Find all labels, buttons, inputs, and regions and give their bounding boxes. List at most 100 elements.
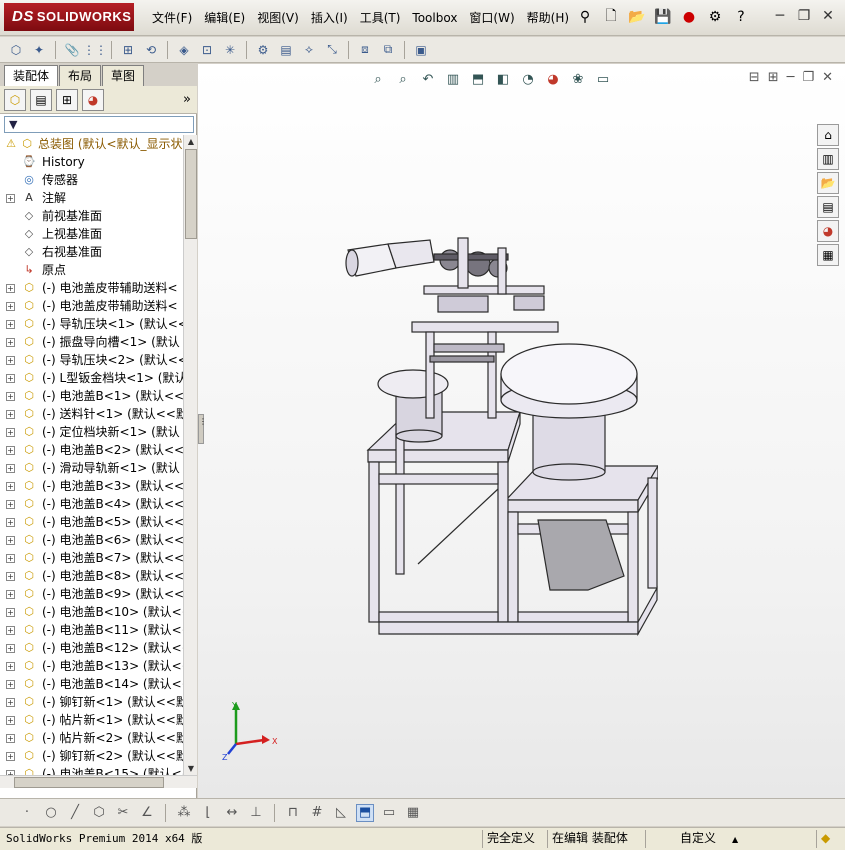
tree-item[interactable]: ◇ 上视基准面 — [0, 225, 183, 243]
view-settings-icon[interactable]: ▭ — [593, 70, 613, 88]
tree-item[interactable]: + ⬡ (-) 铆钉新<2> (默认<<默 — [0, 747, 183, 765]
expand-icon[interactable]: + — [6, 320, 15, 329]
linear-pattern-icon[interactable]: ⋮⋮ — [83, 40, 107, 60]
tree-item[interactable]: + A 注解 — [0, 189, 183, 207]
viewport-restore-icon[interactable]: ❐ — [802, 70, 814, 85]
display-manager-icon[interactable]: ◕ — [82, 88, 104, 111]
options-icon[interactable]: ⚙ — [704, 6, 726, 28]
tree-item[interactable]: + ⬡ (-) 电池盖B<7> (默认<<默 — [0, 549, 183, 567]
smart-fasteners-icon[interactable]: ⊞ — [118, 40, 138, 60]
tree-item[interactable]: + ⬡ (-) 电池盖B<5> (默认<<默 — [0, 513, 183, 531]
menu-toolbox[interactable]: Toolbox — [406, 8, 463, 28]
point-icon[interactable]: · — [18, 804, 36, 822]
expand-icon[interactable]: + — [6, 518, 15, 527]
expand-icon[interactable]: + — [6, 464, 15, 473]
tree-item[interactable]: + ⬡ (-) 电池盖B<13> (默认<< — [0, 657, 183, 675]
expand-icon[interactable]: + — [6, 716, 15, 725]
tree-item[interactable]: + ⬡ (-) 电池盖B<15> (默认<< — [0, 765, 183, 775]
minimize-icon[interactable]: ─ — [769, 6, 791, 26]
menu-help[interactable]: 帮助(H) — [521, 8, 575, 28]
tree-item[interactable]: + ⬡ (-) 定位档块新<1> (默认 — [0, 423, 183, 441]
clearance-verification-icon[interactable]: ⧉ — [378, 40, 398, 60]
feature-manager-icon[interactable]: ⬡ — [4, 88, 26, 111]
expand-icon[interactable]: + — [6, 410, 15, 419]
pattern-icon[interactable]: ⁂ — [175, 804, 193, 822]
save-icon[interactable]: 💾 — [652, 6, 674, 28]
tree-item[interactable]: ↳ 原点 — [0, 261, 183, 279]
chamfer-icon[interactable]: ⌊ — [199, 804, 217, 822]
show-hidden-icon[interactable]: ◈ — [174, 40, 194, 60]
tree-item[interactable]: + ⬡ (-) 振盘导向槽<1> (默认 — [0, 333, 183, 351]
tree-item[interactable]: + ⬡ (-) 电池盖B<12> (默认<< — [0, 639, 183, 657]
grid-icon[interactable]: # — [308, 804, 326, 822]
viewport-minimize-icon[interactable]: ─ — [787, 70, 795, 85]
scrollbar-thumb[interactable] — [14, 777, 164, 788]
expand-icon[interactable]: + — [6, 662, 15, 671]
line-icon[interactable]: ╱ — [66, 804, 84, 822]
design-library-icon[interactable]: ▥ — [817, 148, 839, 170]
expand-icon[interactable]: + — [6, 572, 15, 581]
view-palette-icon[interactable]: ▤ — [817, 196, 839, 218]
scroll-down-icon[interactable]: ▼ — [185, 762, 197, 775]
tree-item[interactable]: + ⬡ (-) 滑动导轨新<1> (默认 — [0, 459, 183, 477]
expand-icon[interactable]: + — [6, 428, 15, 437]
expand-icon[interactable]: + — [6, 608, 15, 617]
open-folder-icon[interactable]: 📂 — [626, 6, 648, 28]
expand-icon[interactable]: + — [6, 356, 15, 365]
hide-show-items-icon[interactable]: ◔ — [518, 70, 538, 88]
interference-detection-icon[interactable]: ⧈ — [355, 40, 375, 60]
expand-icon[interactable]: + — [6, 500, 15, 509]
trim-icon[interactable]: ✂ — [114, 804, 132, 822]
viewport-close-icon[interactable]: ✕ — [822, 70, 833, 85]
tree-item[interactable]: + ⬡ (-) 导轨压块<1> (默认<< — [0, 315, 183, 333]
insert-component-icon[interactable]: ⬡ — [6, 40, 26, 60]
restore-icon[interactable]: ❐ — [793, 6, 815, 26]
isometric-view-icon[interactable]: ⬒ — [356, 803, 374, 822]
expand-icon[interactable]: + — [6, 302, 15, 311]
rebuild-traffic-light-icon[interactable]: ● — [678, 6, 700, 28]
pin-icon[interactable]: ⚲ — [574, 6, 596, 28]
display-style-icon[interactable]: ◧ — [493, 70, 513, 88]
exploded-view-icon[interactable]: ⟡ — [299, 40, 319, 60]
expand-icon[interactable]: + — [6, 752, 15, 761]
section-view-icon[interactable]: ▥ — [443, 70, 463, 88]
expand-icon[interactable]: + — [6, 590, 15, 599]
tree-item[interactable]: + ⬡ (-) 电池盖B<9> (默认<<默 — [0, 585, 183, 603]
tree-item[interactable]: + ⬡ (-) 送料针<1> (默认<<默 — [0, 405, 183, 423]
menu-file[interactable]: 文件(F) — [146, 8, 198, 28]
help-icon[interactable]: ? — [730, 6, 752, 28]
triangle-icon[interactable]: ◺ — [332, 804, 350, 822]
apply-scene-icon[interactable]: ❀ — [568, 70, 588, 88]
file-explorer-icon[interactable]: 📂 — [817, 172, 839, 194]
tree-item[interactable]: + ⬡ (-) 导轨压块<2> (默认<< — [0, 351, 183, 369]
relations-icon[interactable]: ⊥ — [247, 804, 265, 822]
expand-icon[interactable]: + — [6, 644, 15, 653]
reference-geometry-icon[interactable]: ✳ — [220, 40, 240, 60]
graphics-area[interactable]: ⋮ ⌕ ⌕ ↶ ▥ ⬒ ◧ ◔ ◕ ❀ ▭ ⊟ ⊞ ─ ❐ ✕ ⌂ ▥ 📂 ▤ … — [198, 64, 845, 798]
new-part-icon[interactable]: ✦ — [29, 40, 49, 60]
configuration-manager-icon[interactable]: ⊞ — [56, 88, 78, 111]
expand-icon[interactable]: + — [6, 446, 15, 455]
tree-item[interactable]: + ⬡ (-) 电池盖B<10> (默认<< — [0, 603, 183, 621]
tree-item[interactable]: + ⬡ (-) 帖片新<1> (默认<<默 — [0, 711, 183, 729]
expand-icon[interactable]: + — [6, 194, 15, 203]
bill-of-materials-icon[interactable]: ▤ — [276, 40, 296, 60]
tree-item[interactable]: ⚠ 总装图 (默认<默认_显示状 ⬡ — [0, 135, 183, 153]
dimension-icon[interactable]: ↔ — [223, 804, 241, 822]
menu-tools[interactable]: 工具(T) — [354, 8, 407, 28]
expand-icon[interactable]: + — [6, 284, 15, 293]
close-icon[interactable]: ✕ — [817, 6, 839, 26]
tree-item[interactable]: + ⬡ (-) 电池盖B<1> (默认<<默 — [0, 387, 183, 405]
tree-filter[interactable]: ▼ — [4, 116, 194, 133]
front-view-icon[interactable]: ▭ — [380, 804, 398, 822]
tree-item[interactable]: ◎ 传感器 — [0, 171, 183, 189]
menu-window[interactable]: 窗口(W) — [463, 8, 520, 28]
instant3d-icon[interactable]: ▣ — [411, 40, 431, 60]
frame-icon[interactable]: ⊓ — [284, 804, 302, 822]
tree-item[interactable]: + ⬡ (-) 电池盖B<4> (默认<<默 — [0, 495, 183, 513]
edit-appearance-icon[interactable]: ◕ — [543, 70, 563, 88]
tree-horizontal-scrollbar[interactable] — [0, 775, 197, 788]
assembly-features-icon[interactable]: ⊡ — [197, 40, 217, 60]
explode-line-sketch-icon[interactable]: ⤡ — [322, 40, 342, 60]
property-manager-icon[interactable]: ▤ — [30, 88, 52, 111]
